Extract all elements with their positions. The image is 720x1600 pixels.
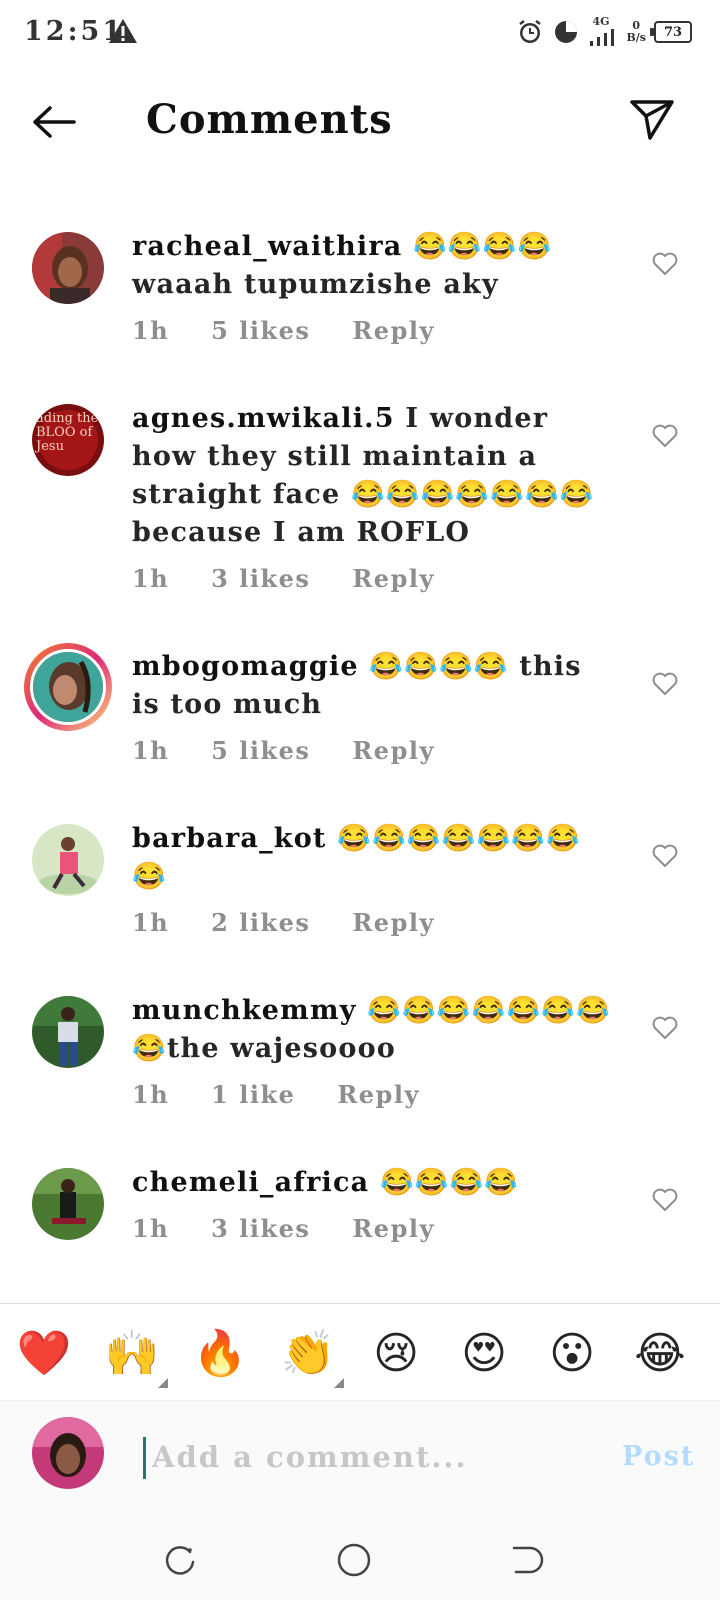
back-nav-icon[interactable] xyxy=(506,1540,546,1580)
avatar-caption: ading the BLOO of Jesu xyxy=(36,411,99,454)
add-comment-input[interactable] xyxy=(150,1433,594,1481)
reply-button[interactable]: Reply xyxy=(352,564,435,593)
comment-meta: 1h 1 like Reply xyxy=(132,1080,420,1109)
like-heart-icon[interactable] xyxy=(652,672,678,696)
like-heart-icon[interactable] xyxy=(652,1188,678,1212)
comment-time: 1h xyxy=(132,1214,170,1243)
avatar[interactable]: ading the BLOO of Jesu xyxy=(32,404,104,476)
signal-icon: 4G xyxy=(588,15,618,47)
text-caret xyxy=(143,1437,146,1479)
reply-button[interactable]: Reply xyxy=(337,1080,420,1109)
skin-tone-indicator-icon xyxy=(334,1378,344,1388)
reply-button[interactable]: Reply xyxy=(352,736,435,765)
comment-likes[interactable]: 5 likes xyxy=(211,316,310,345)
comment-meta: 1h 5 likes Reply xyxy=(132,316,435,345)
avatar-story-ring[interactable] xyxy=(24,643,112,731)
comment-username[interactable]: chemeli_africa xyxy=(132,1167,369,1198)
reaction-surprised[interactable]: 😮 xyxy=(544,1326,600,1382)
like-heart-icon[interactable] xyxy=(652,424,678,448)
comment-username[interactable]: barbara_kot xyxy=(132,823,327,854)
data-saver-icon xyxy=(555,21,578,43)
comment-time: 1h xyxy=(132,564,170,593)
comment-username[interactable]: munchkemmy xyxy=(132,995,357,1026)
comment-meta: 1h 2 likes Reply xyxy=(132,908,435,937)
reaction-heart[interactable]: ❤️ xyxy=(16,1326,72,1382)
comment-composer: Post xyxy=(0,1400,720,1521)
reply-button[interactable]: Reply xyxy=(352,1214,435,1243)
avatar[interactable] xyxy=(32,996,104,1068)
reaction-clap[interactable]: 👏 xyxy=(280,1326,344,1388)
comment-text: barbara_kot 😂😂😂😂😂😂😂😂 xyxy=(132,823,581,892)
reaction-raised-hands[interactable]: 🙌 xyxy=(104,1326,168,1388)
scroll-hint-icon xyxy=(348,174,388,178)
battery-indicator: 73 xyxy=(650,21,692,43)
like-heart-icon[interactable] xyxy=(652,252,678,276)
avatar[interactable] xyxy=(32,1168,104,1240)
alarm-icon xyxy=(519,20,542,43)
back-arrow-icon[interactable] xyxy=(28,102,80,142)
header: Comments xyxy=(0,64,720,174)
post-button[interactable]: Post xyxy=(622,1441,695,1472)
comment-text: racheal_waithira 😂😂😂😂 waaah tupumzishe a… xyxy=(132,231,553,300)
home-icon[interactable] xyxy=(334,1540,374,1580)
comment-time: 1h xyxy=(132,316,170,345)
reply-button[interactable]: Reply xyxy=(352,316,435,345)
comment-meta: 1h 3 likes Reply xyxy=(132,564,435,593)
comment-text: chemeli_africa 😂😂😂😂 xyxy=(132,1167,520,1198)
skin-tone-indicator-icon xyxy=(158,1378,168,1388)
reaction-laughing[interactable]: 😂 xyxy=(632,1326,688,1382)
status-icons: 4G 0 B/s 73 xyxy=(516,14,692,50)
reaction-fire[interactable]: 🔥 xyxy=(192,1326,248,1382)
comment-text: munchkemmy 😂😂😂😂😂😂😂😂the wajesoooo xyxy=(132,995,611,1064)
quick-reactions-bar: ❤️ 🙌 🔥 👏 😢 😍 😮 😂 xyxy=(0,1304,720,1400)
comment-likes[interactable]: 5 likes xyxy=(211,736,310,765)
comment-meta: 1h 3 likes Reply xyxy=(132,1214,435,1243)
comment-likes[interactable]: 3 likes xyxy=(211,1214,310,1243)
my-avatar xyxy=(32,1417,104,1489)
net-speed: 0 B/s xyxy=(626,19,646,44)
warning-icon xyxy=(109,19,137,43)
avatar[interactable] xyxy=(32,232,104,304)
comment-likes[interactable]: 2 likes xyxy=(211,908,310,937)
comment-time: 1h xyxy=(132,908,170,937)
reply-button[interactable]: Reply xyxy=(352,908,435,937)
comment-text: agnes.mwikali.5 I wonder how they still … xyxy=(132,403,595,548)
comments-list[interactable]: racheal_waithira 😂😂😂😂 waaah tupumzishe a… xyxy=(0,174,720,1304)
reaction-heart-eyes[interactable]: 😍 xyxy=(456,1326,512,1382)
page-title: Comments xyxy=(146,96,393,143)
like-heart-icon[interactable] xyxy=(652,1016,678,1040)
status-bar: 12:51 4G 0 B/s 73 xyxy=(0,0,720,64)
recents-icon[interactable] xyxy=(160,1540,200,1580)
comment-username[interactable]: mbogomaggie xyxy=(132,651,359,682)
reaction-crying[interactable]: 😢 xyxy=(368,1326,424,1382)
comment-time: 1h xyxy=(132,736,170,765)
send-icon[interactable] xyxy=(628,94,676,142)
comment-username[interactable]: agnes.mwikali.5 xyxy=(132,403,395,434)
comment-meta: 1h 5 likes Reply xyxy=(132,736,435,765)
avatar[interactable] xyxy=(32,824,104,896)
comment-username[interactable]: racheal_waithira xyxy=(132,231,403,262)
like-heart-icon[interactable] xyxy=(652,844,678,868)
comment-likes[interactable]: 3 likes xyxy=(211,564,310,593)
comment-time: 1h xyxy=(132,1080,170,1109)
system-nav-bar xyxy=(0,1520,720,1600)
comment-likes[interactable]: 1 like xyxy=(211,1080,295,1109)
comment-text: mbogomaggie 😂😂😂😂 this is too much xyxy=(132,651,582,720)
